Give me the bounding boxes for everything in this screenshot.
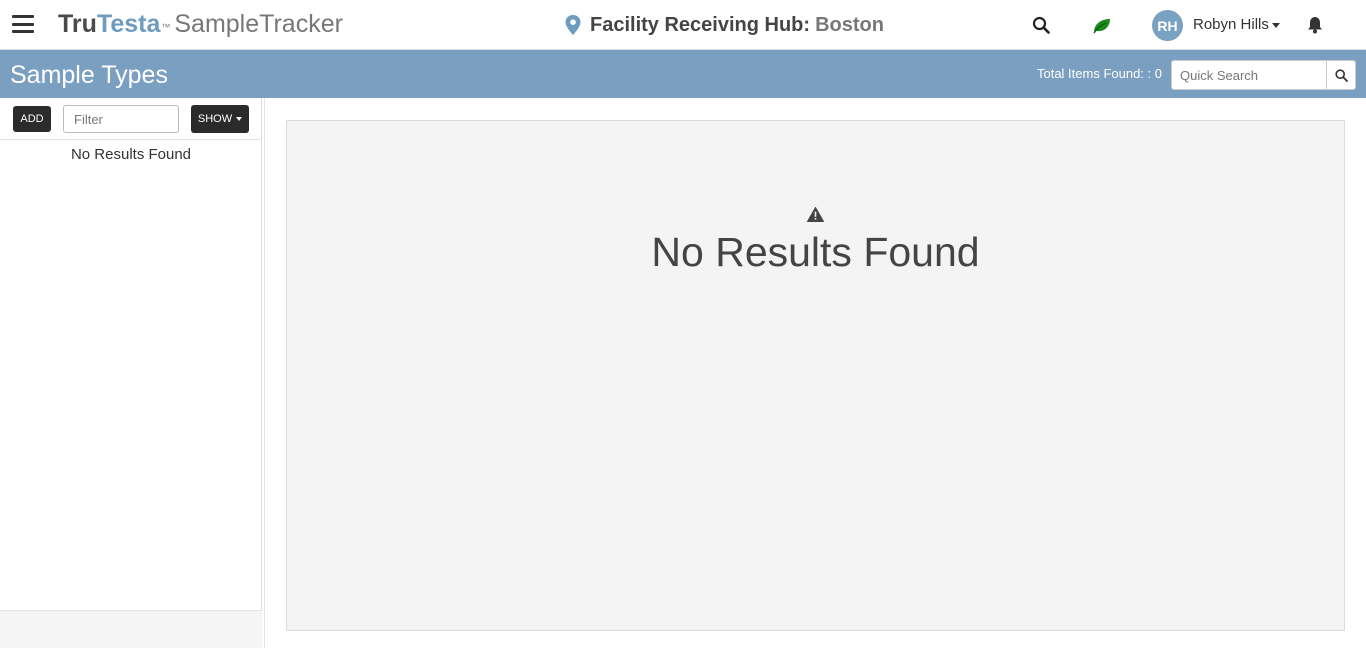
empty-state-message: No Results Found [651, 229, 980, 275]
filter-input[interactable] [63, 105, 179, 133]
warning-icon [807, 207, 824, 222]
top-navbar: TruTesta™ SampleTracker Facility Receivin… [0, 0, 1366, 50]
user-menu[interactable]: Robyn Hills [1193, 16, 1280, 33]
avatar[interactable]: RH [1152, 10, 1183, 41]
caret-down-icon [1271, 22, 1280, 28]
facility-selector[interactable]: Facility Receiving Hub: Boston [565, 12, 884, 38]
quick-search-button[interactable] [1326, 60, 1356, 90]
facility-label: Facility Receiving Hub: [590, 13, 811, 36]
caret-down-icon [236, 117, 243, 122]
show-label: SHOW [197, 113, 233, 125]
facility-city: Boston [815, 13, 884, 36]
search-icon[interactable] [1029, 13, 1053, 37]
bell-icon[interactable] [1303, 13, 1327, 37]
menu-icon[interactable] [12, 15, 34, 33]
panel-divider [264, 98, 265, 648]
sample-types-list-panel: ADD SHOW No Results Found [0, 98, 262, 648]
brand-trademark: ™ [161, 22, 171, 32]
app-logo[interactable]: TruTesta™ SampleTracker [58, 9, 343, 39]
user-name: Robyn Hills [1193, 16, 1269, 33]
brand-tru: Tru [58, 10, 97, 38]
page-header-bar: Sample Types Total Items Found: : 0 [0, 50, 1366, 98]
brand-testa: Testa [96, 10, 161, 38]
total-items-count: Total Items Found: : 0 [1036, 66, 1162, 81]
detail-panel: No Results Found [286, 120, 1345, 631]
list-empty-message: No Results Found [70, 146, 192, 163]
list-footer [0, 610, 262, 648]
add-button[interactable]: ADD [13, 106, 51, 132]
page-title: Sample Types [10, 61, 168, 89]
list-toolbar: ADD SHOW [0, 98, 262, 140]
search-icon [1334, 68, 1348, 82]
quick-search-input[interactable] [1171, 60, 1327, 90]
brand-app-name: SampleTracker [174, 10, 343, 38]
location-pin-icon [565, 15, 581, 35]
show-dropdown-button[interactable]: SHOW [191, 105, 249, 133]
leaf-icon[interactable] [1090, 13, 1114, 37]
